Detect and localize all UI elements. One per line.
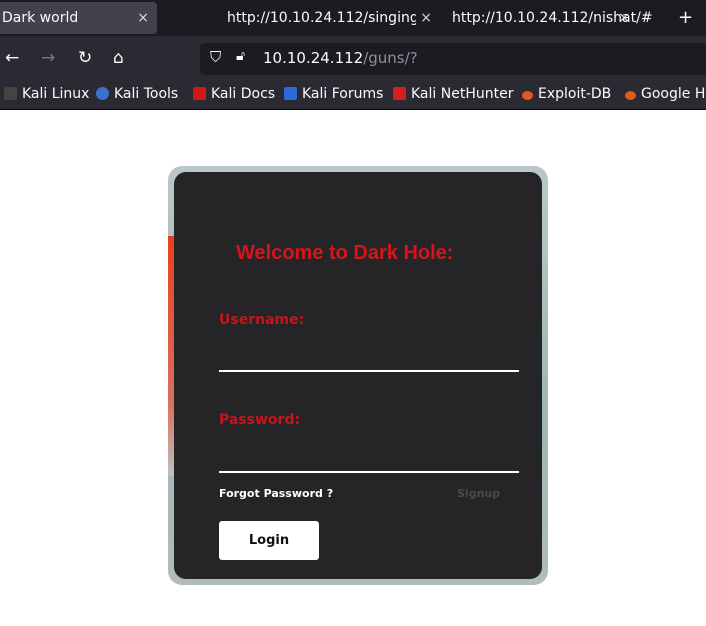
kali-tools-icon bbox=[96, 87, 109, 100]
close-tab-icon[interactable]: × bbox=[416, 2, 432, 34]
bookmark-kali-tools[interactable]: Kali Tools bbox=[96, 86, 178, 102]
bookmark-kali-nethunter[interactable]: Kali NetHunter bbox=[393, 86, 513, 102]
exploit-db-icon bbox=[522, 91, 533, 100]
bookmark-google-hacking[interactable]: Google H bbox=[625, 86, 705, 102]
close-tab-icon[interactable]: × bbox=[618, 2, 630, 34]
forgot-password-link[interactable]: Forgot Password ? bbox=[219, 487, 333, 500]
home-icon[interactable]: ⌂ bbox=[113, 48, 124, 68]
tab-dark-world[interactable]: Dark world × bbox=[0, 2, 157, 34]
kali-docs-icon bbox=[193, 87, 206, 100]
bookmark-exploit-db[interactable]: Exploit-DB bbox=[522, 86, 611, 102]
username-label: Username: bbox=[219, 312, 305, 328]
kali-forums-icon bbox=[284, 87, 297, 100]
bookmark-kali-forums[interactable]: Kali Forums bbox=[284, 86, 383, 102]
tab-bar: Dark world × http://10.10.24.112/singing/… bbox=[0, 0, 706, 36]
tab-singing[interactable]: http://10.10.24.112/singing/m × bbox=[225, 2, 432, 34]
new-tab-button[interactable]: + bbox=[676, 2, 693, 34]
insecure-lock-icon[interactable]: 🔓︎ bbox=[236, 48, 245, 64]
nav-bar: ← → ↻ ⌂ ⛉ 🔓︎ 10.10.24.112/guns/? bbox=[0, 36, 706, 82]
reload-icon[interactable]: ↻ bbox=[78, 48, 92, 68]
login-button[interactable]: Login bbox=[219, 521, 319, 560]
tab-label: http://10.10.24.112/singing/m bbox=[227, 10, 432, 26]
bookmark-kali-docs[interactable]: Kali Docs bbox=[193, 86, 275, 102]
url-path: /guns/? bbox=[363, 49, 418, 67]
bookmark-label: Kali Tools bbox=[114, 86, 179, 102]
bookmarks-bar: Kali Linux Kali Tools Kali Docs Kali For… bbox=[0, 82, 706, 110]
bookmark-label: Kali Linux bbox=[22, 86, 90, 102]
shield-icon[interactable]: ⛉ bbox=[210, 48, 221, 66]
url-host: 10.10.24.112 bbox=[263, 49, 364, 67]
bookmark-label: Kali Docs bbox=[211, 86, 276, 102]
password-input[interactable] bbox=[219, 443, 519, 473]
address-bar[interactable]: ⛉ 🔓︎ 10.10.24.112/guns/? bbox=[200, 43, 706, 75]
bookmark-label: Kali NetHunter bbox=[411, 86, 514, 102]
login-card: Welcome to Dark Hole: Username: Password… bbox=[168, 166, 548, 585]
bookmark-label: Exploit-DB bbox=[538, 86, 612, 102]
bookmark-label: Google H bbox=[641, 86, 706, 102]
signup-link[interactable]: Signup bbox=[457, 487, 500, 500]
bookmark-label: Kali Forums bbox=[302, 86, 384, 102]
page-title: Welcome to Dark Hole: bbox=[236, 242, 454, 264]
forward-icon[interactable]: → bbox=[41, 48, 55, 68]
nethunter-icon bbox=[393, 87, 406, 100]
google-hacking-icon bbox=[625, 91, 636, 100]
password-label: Password: bbox=[219, 412, 301, 428]
bookmark-kali-linux[interactable]: Kali Linux bbox=[4, 86, 89, 102]
kali-icon bbox=[4, 87, 17, 100]
tab-label: Dark world bbox=[2, 10, 79, 26]
back-icon[interactable]: ← bbox=[5, 48, 19, 68]
username-input[interactable] bbox=[219, 342, 519, 372]
close-tab-icon[interactable]: × bbox=[137, 2, 149, 34]
tab-nishat[interactable]: http://10.10.24.112/nishat/# × bbox=[450, 2, 690, 34]
